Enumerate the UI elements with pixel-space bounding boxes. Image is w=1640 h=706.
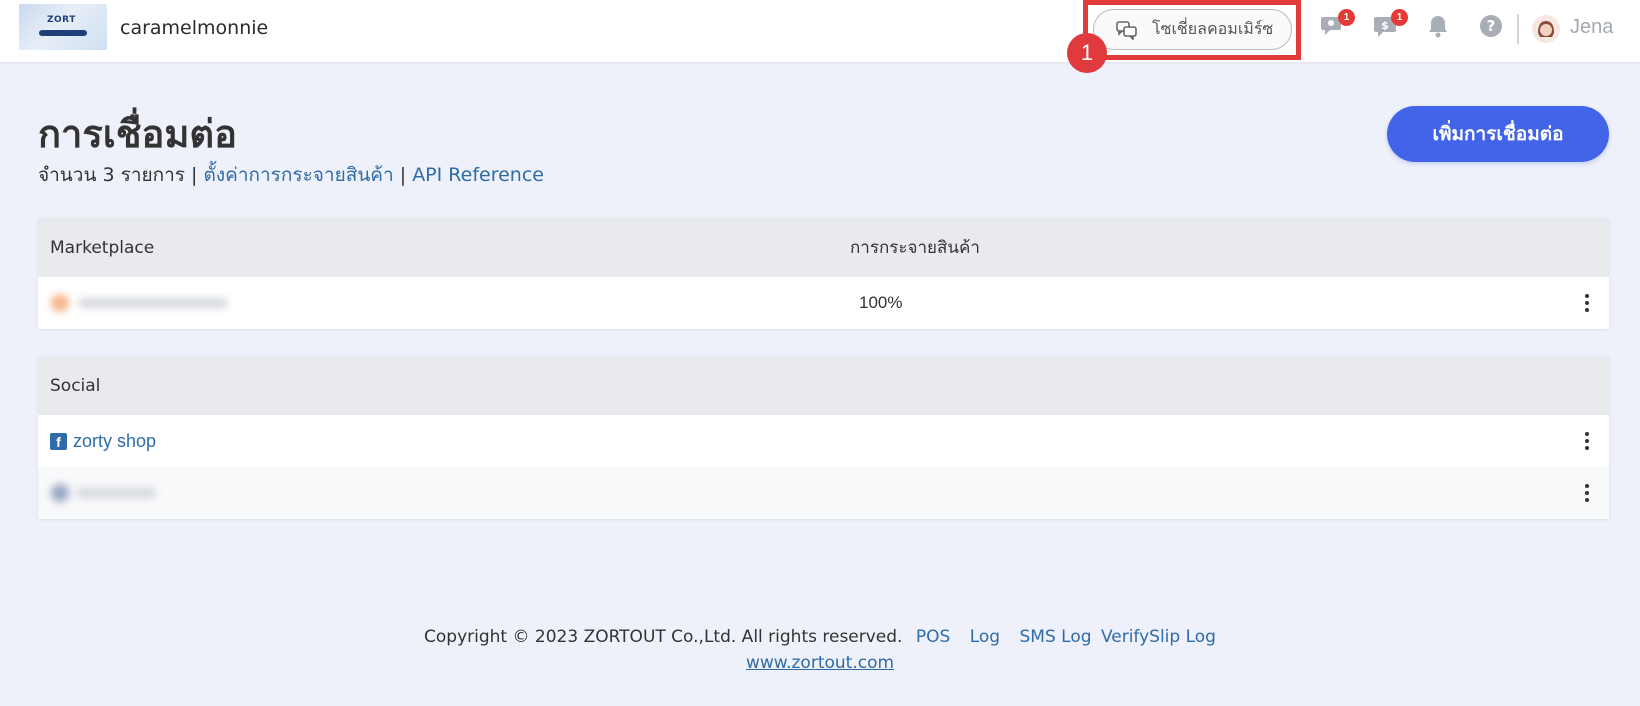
social-table: Social f zorty shop <box>38 356 1609 519</box>
footer-link-sms-log[interactable]: SMS Log <box>1020 627 1092 647</box>
svg-text:$: $ <box>1381 19 1389 32</box>
page-title: การเชื่อมต่อ <box>38 112 237 156</box>
zort-logo[interactable]: ZORT <box>19 4 107 50</box>
page-subtitle: จำนวน 3 รายการ | ตั้งค่าการกระจายสินค้า … <box>38 164 544 186</box>
footer-link-verifyslip-log[interactable]: VerifySlip Log <box>1101 627 1216 647</box>
marketplace-table: Marketplace การกระจายสินค้า 100% <box>38 218 1609 329</box>
payment-chat-button[interactable]: $ 1 <box>1372 9 1408 42</box>
api-reference-link[interactable]: API Reference <box>412 164 544 186</box>
footer-link-log[interactable]: Log <box>970 627 1000 647</box>
blurred-social-name <box>48 481 168 505</box>
table-row: f zorty shop <box>38 415 1609 467</box>
bell-button[interactable] <box>1424 14 1452 42</box>
row-menu-button[interactable] <box>1584 484 1590 502</box>
table-row <box>38 467 1609 519</box>
social-shop-link[interactable]: f zorty shop <box>50 431 156 452</box>
user-avatar[interactable] <box>1532 15 1560 43</box>
help-icon: ? <box>1479 14 1503 42</box>
distribution-settings-link[interactable]: ตั้งค่าการกระจายสินค้า <box>204 164 394 186</box>
step-marker: 1 <box>1067 33 1107 73</box>
table-header: Social <box>38 356 1609 415</box>
website-link[interactable]: www.zortout.com <box>746 653 894 673</box>
header-divider <box>1517 14 1519 44</box>
distribution-value: 100% <box>859 293 903 312</box>
footer: Copyright © 2023 ZORTOUT Co.,Ltd. All ri… <box>0 627 1640 673</box>
table-header: Marketplace การกระจายสินค้า <box>38 218 1609 277</box>
shop-name[interactable]: caramelmonnie <box>120 17 268 39</box>
notification-count-badge: 1 <box>1338 9 1355 26</box>
logo-text: ZORT <box>47 15 76 25</box>
location-chat-button[interactable]: 1 <box>1319 9 1355 42</box>
bell-icon <box>1427 14 1449 42</box>
user-name[interactable]: Jena <box>1570 16 1613 39</box>
top-bar: ZORT caramelmonnie โซเชี่ยลคอมเมิร์ซ 1 1 <box>0 0 1640 73</box>
column-header-social: Social <box>50 375 101 396</box>
column-header-marketplace: Marketplace <box>50 237 155 258</box>
connection-count: จำนวน 3 รายการ <box>38 164 185 186</box>
help-button[interactable]: ? <box>1477 14 1505 42</box>
table-row: 100% <box>38 277 1609 329</box>
footer-link-pos[interactable]: POS <box>916 627 950 647</box>
facebook-icon: f <box>50 432 67 450</box>
row-menu-button[interactable] <box>1584 294 1590 312</box>
svg-text:?: ? <box>1487 17 1496 35</box>
copyright-text: Copyright © 2023 ZORTOUT Co.,Ltd. All ri… <box>424 627 903 647</box>
notification-count-badge: 1 <box>1391 9 1408 26</box>
row-menu-button[interactable] <box>1584 432 1590 450</box>
column-header-distribution: การกระจายสินค้า <box>850 238 980 258</box>
highlight-box <box>1083 0 1301 60</box>
add-connection-button[interactable]: เพิ่มการเชื่อมต่อ <box>1387 106 1609 162</box>
social-shop-name: zorty shop <box>73 430 157 451</box>
blurred-marketplace-name <box>48 291 248 315</box>
